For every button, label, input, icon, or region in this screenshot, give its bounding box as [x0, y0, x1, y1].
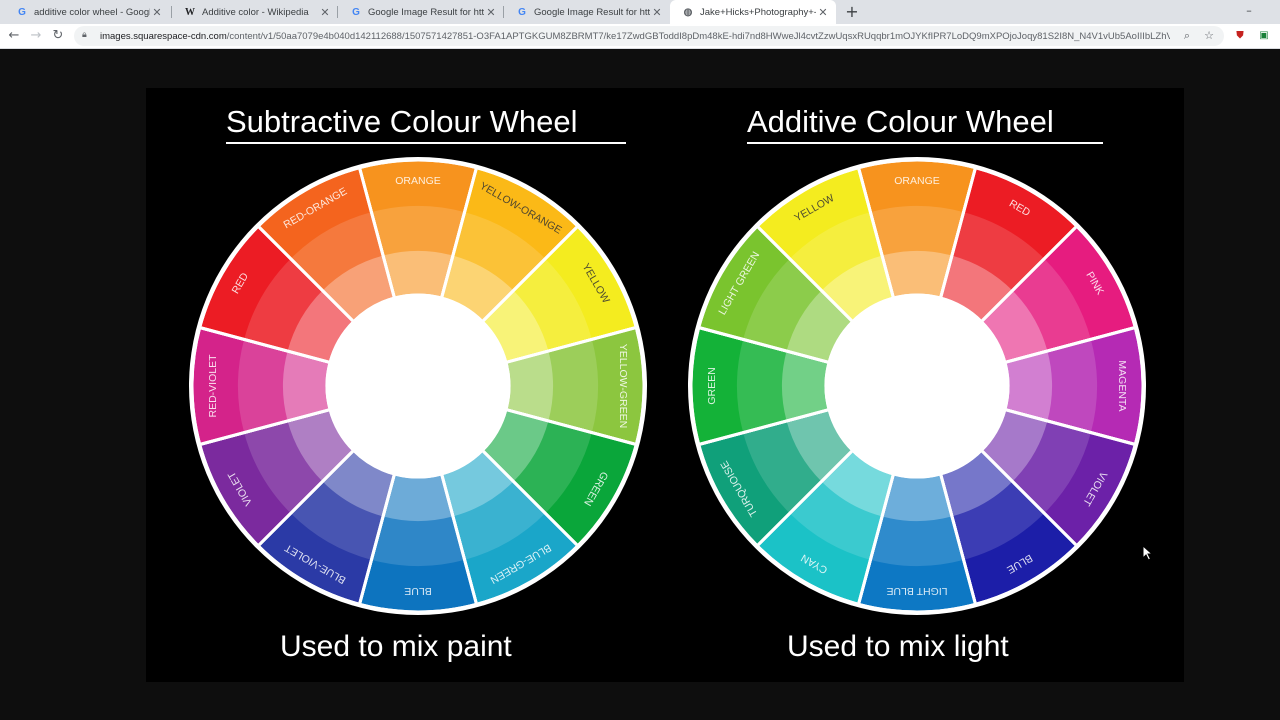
additive-centre	[826, 295, 1008, 477]
tab-title: Additive color - Wikipedia	[202, 6, 309, 18]
globe-icon: ◍	[683, 6, 693, 18]
back-arrow-icon[interactable]: ←	[4, 26, 24, 46]
zoom-icon[interactable]: ⌕	[1178, 26, 1196, 46]
subtractive-label-yellow-green: YELLOW-GREEN	[617, 344, 629, 428]
lock-icon: 🔒︎	[82, 30, 87, 40]
subtractive-label-red-violet: RED-VIOLET	[207, 354, 219, 418]
tab-5-active[interactable]: ◍ Jake+Hicks+Photography+-+ad ✕	[670, 0, 836, 24]
tab-title: additive color wheel - Google Se	[34, 6, 150, 18]
url-text[interactable]: images.squarespace-cdn.com/content/v1/50…	[100, 31, 1170, 42]
tab-2[interactable]: W Additive color - Wikipedia ✕	[172, 0, 338, 24]
close-icon[interactable]: ✕	[318, 6, 332, 19]
additive-label-light-blue: LIGHT BLUE	[886, 585, 947, 597]
minimize-icon[interactable]: –	[1234, 0, 1264, 24]
address-bar[interactable]: 🔒︎ images.squarespace-cdn.com/content/v1…	[74, 26, 1224, 46]
subtractive-caption: Used to mix paint	[280, 630, 512, 663]
bookmark-star-icon[interactable]: ☆	[1200, 26, 1218, 46]
browser-toolbar: ← → ↻ 🔒︎ images.squarespace-cdn.com/cont…	[0, 24, 1280, 49]
subtractive-title: Subtractive Colour Wheel	[226, 104, 578, 139]
additive-title-underline	[747, 142, 1103, 144]
google-icon: G	[18, 6, 26, 18]
additive-label-orange: ORANGE	[894, 175, 940, 187]
close-icon[interactable]: ✕	[650, 6, 664, 19]
shield-extension-icon[interactable]: ⛊	[1232, 28, 1248, 44]
additive-label-green: GREEN	[706, 367, 718, 404]
tab-title: Google Image Result for http://c	[368, 6, 484, 18]
extension-icon[interactable]: ▣	[1256, 28, 1272, 44]
new-tab-button[interactable]: +	[842, 2, 862, 22]
tab-1[interactable]: G additive color wheel - Google Se ✕	[4, 0, 170, 24]
tab-strip: G additive color wheel - Google Se ✕ W A…	[0, 0, 1280, 24]
google-icon: G	[518, 6, 526, 18]
tab-4[interactable]: G Google Image Result for https://i ✕	[504, 0, 670, 24]
additive-colour-wheel: ORANGEREDPINKMAGENTAVIOLETBLUELIGHT BLUE…	[688, 157, 1146, 615]
subtractive-label-blue: BLUE	[404, 585, 431, 597]
additive-label-magenta: MAGENTA	[1116, 360, 1128, 411]
url-path: /content/v1/50aa7079e4b040d142112688/150…	[226, 30, 1170, 42]
subtractive-label-orange: ORANGE	[395, 175, 441, 187]
tab-3[interactable]: G Google Image Result for http://c ✕	[338, 0, 504, 24]
close-icon[interactable]: ✕	[150, 6, 164, 19]
tab-title: Google Image Result for https://i	[534, 6, 650, 18]
forward-arrow-icon[interactable]: →	[26, 26, 46, 46]
wikipedia-icon: W	[185, 6, 195, 18]
close-icon[interactable]: ✕	[816, 6, 830, 19]
subtractive-title-underline	[226, 142, 626, 144]
close-icon[interactable]: ✕	[484, 6, 498, 19]
additive-title: Additive Colour Wheel	[747, 104, 1054, 139]
subtractive-colour-wheel: ORANGE YELLOW-ORANGEYELLOWYELLOW-GREENGRE…	[189, 157, 647, 615]
mouse-cursor-icon	[1142, 545, 1154, 561]
reload-icon[interactable]: ↻	[48, 26, 68, 46]
url-host: images.squarespace-cdn.com	[100, 30, 227, 42]
additive-caption: Used to mix light	[787, 630, 1009, 663]
tab-title: Jake+Hicks+Photography+-+ad	[700, 6, 816, 18]
google-icon: G	[352, 6, 360, 18]
subtractive-centre	[327, 295, 509, 477]
